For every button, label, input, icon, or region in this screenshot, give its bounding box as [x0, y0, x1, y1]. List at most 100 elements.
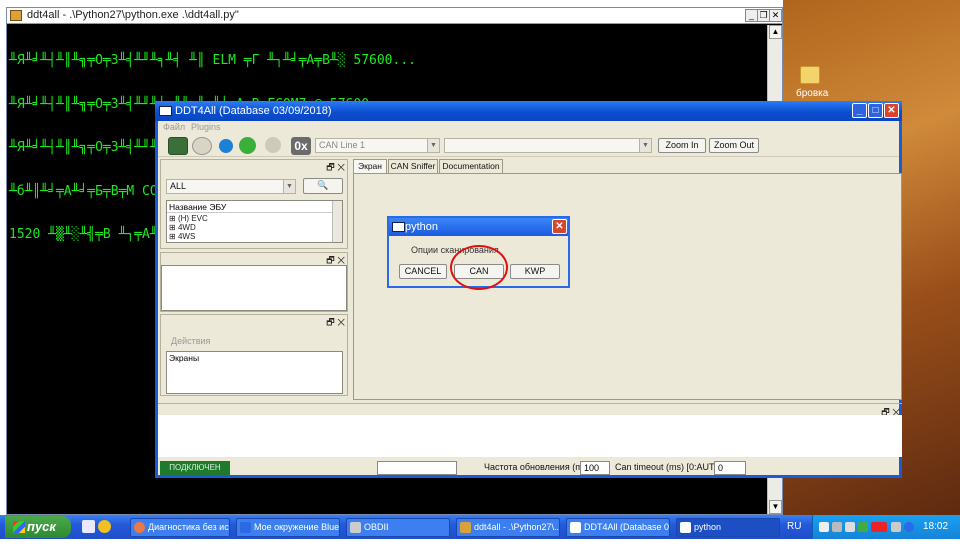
- secondary-select[interactable]: ▼: [444, 138, 652, 153]
- dialog-title: python: [405, 221, 439, 233]
- desktop-icon-label[interactable]: бровка: [796, 88, 828, 99]
- refresh-rate-spinner[interactable]: 100: [580, 461, 610, 475]
- taskbar-item[interactable]: ddt4all - .\Python27\...: [456, 518, 560, 537]
- panel-float-close-icon[interactable]: 🗗 ✕: [326, 160, 345, 176]
- close-icon[interactable]: ✕: [769, 9, 782, 22]
- menubar: Файл Plugins: [158, 121, 899, 135]
- tray-app-icon[interactable]: [832, 522, 842, 532]
- bluetooth-icon[interactable]: [904, 522, 914, 532]
- taskbar-item[interactable]: DDT4All (Database 0...: [566, 518, 670, 537]
- taskbar: пуск Диагностика без ис... Мое окружение…: [0, 515, 960, 539]
- window-icon: [680, 522, 691, 533]
- taskbar-item-label: ddt4all - .\Python27\...: [474, 522, 560, 532]
- settings-icon[interactable]: [192, 137, 212, 155]
- clock: 18:02: [923, 521, 949, 532]
- screens-column-header[interactable]: Экраны: [167, 352, 342, 364]
- taskbar-item[interactable]: OBDII: [346, 518, 450, 537]
- screen: бровка ddt4all - .\Python27\python.exe .…: [0, 0, 960, 547]
- refresh-rate-label: Частота обновления (ms):: [484, 462, 593, 472]
- taskbar-item-label: python: [694, 522, 722, 532]
- screens-panel: 🗗 ✕ Действия Экраны: [160, 314, 348, 396]
- search-icon: 🔍: [317, 180, 329, 190]
- start-label: пуск: [27, 519, 56, 534]
- connect-icon[interactable]: [239, 137, 256, 154]
- scroll-down-icon[interactable]: ▼: [769, 500, 782, 514]
- can-line-select[interactable]: CAN Line 1 ▼: [315, 138, 440, 153]
- console-titlebar[interactable]: ddt4all - .\Python27\python.exe .\ddt4al…: [7, 8, 782, 24]
- kwp-button[interactable]: KWP: [510, 264, 560, 279]
- start-button[interactable]: пуск: [5, 516, 71, 538]
- tab-can-sniffer[interactable]: CAN Sniffer: [388, 159, 438, 173]
- window-icon: [570, 522, 581, 533]
- status-field: [377, 461, 457, 475]
- ecu-column-header[interactable]: Название ЭБУ: [167, 201, 332, 213]
- menu-plugins[interactable]: Plugins: [191, 122, 221, 132]
- main-title: DDT4All (Database 03/09/2018): [175, 105, 332, 117]
- ecu-tree-scrollbar[interactable]: [332, 201, 342, 242]
- antivirus-icon[interactable]: [871, 522, 887, 532]
- volume-icon[interactable]: [891, 522, 901, 532]
- network-icon[interactable]: [819, 522, 829, 532]
- taskbar-item[interactable]: Мое окружение Blue...: [236, 518, 340, 537]
- close-icon[interactable]: ✕: [884, 103, 899, 118]
- actions-label: Действия: [171, 336, 211, 346]
- console-app-icon[interactable]: [10, 10, 22, 21]
- main-titlebar[interactable]: DDT4All (Database 03/09/2018) _ □ ✕: [155, 101, 902, 121]
- chevron-down-icon[interactable]: ▼: [639, 139, 651, 152]
- menu-file[interactable]: Файл: [163, 122, 185, 132]
- ecu-tree-item[interactable]: ⊞ 4WS: [169, 232, 208, 241]
- ecu-tree-item[interactable]: ⊞ (H) EVC: [169, 214, 208, 223]
- show-desktop-icon[interactable]: [82, 520, 95, 533]
- tab-documentation[interactable]: Documentation: [439, 159, 503, 173]
- refresh-icon[interactable]: [219, 139, 233, 153]
- ecu-filter-value: ALL: [170, 181, 187, 191]
- tab-screen[interactable]: Экран: [353, 159, 387, 173]
- hex-button[interactable]: 0x: [291, 137, 311, 155]
- taskbar-item-label: OBDII: [364, 522, 389, 532]
- ddt4all-window: DDT4All (Database 03/09/2018) _ □ ✕ Файл…: [155, 101, 902, 478]
- tray-app-icon[interactable]: [858, 522, 868, 532]
- chevron-down-icon[interactable]: ▼: [427, 139, 439, 152]
- language-indicator[interactable]: RU: [787, 521, 801, 532]
- minimize-icon[interactable]: _: [852, 103, 867, 118]
- ecu-tree-item[interactable]: ⊞ 4WD: [169, 223, 208, 232]
- search-button[interactable]: 🔍: [303, 178, 343, 194]
- dialog-titlebar[interactable]: python ✕: [389, 218, 568, 236]
- ecu-filter-select[interactable]: ALL ▼: [166, 179, 296, 194]
- cancel-button[interactable]: CANCEL: [399, 264, 447, 279]
- log-output[interactable]: [158, 415, 902, 457]
- window-icon: [392, 222, 405, 232]
- ecu-tree-item-label: (H) EVC: [177, 214, 208, 223]
- can-timeout-spinner[interactable]: 0: [714, 461, 746, 475]
- tray-app-icon[interactable]: [845, 522, 855, 532]
- panel-float-close-icon[interactable]: 🗗 ✕: [326, 315, 345, 331]
- status-bar: ПОДКЛЮЧЕН Частота обновления (ms): 100 C…: [158, 459, 902, 476]
- highlight-circle: [450, 245, 508, 290]
- middle-panel-list[interactable]: [161, 265, 347, 311]
- connection-status-badge: ПОДКЛЮЧЕН: [160, 461, 230, 475]
- console-title: ddt4all - .\Python27\python.exe .\ddt4al…: [27, 9, 239, 21]
- system-tray: 18:02: [812, 515, 960, 539]
- taskbar-item-label: DDT4All (Database 0...: [584, 522, 670, 532]
- zoom-in-button[interactable]: Zoom In: [658, 138, 706, 153]
- scan-icon[interactable]: [168, 137, 188, 155]
- window-icon: [159, 106, 172, 116]
- windows-logo-icon: [13, 521, 25, 533]
- zoom-out-button[interactable]: Zoom Out: [709, 138, 759, 153]
- taskbar-item-label: Диагностика без ис...: [148, 522, 230, 532]
- folder-icon[interactable]: [800, 66, 820, 84]
- console-app-icon: [460, 522, 471, 533]
- close-icon[interactable]: ✕: [552, 219, 567, 234]
- can-line-value: CAN Line 1: [319, 140, 366, 150]
- taskbar-item[interactable]: python: [676, 518, 780, 537]
- browser-icon[interactable]: [98, 520, 111, 533]
- refresh-rate-value: 100: [584, 463, 600, 473]
- maximize-icon[interactable]: □: [868, 103, 883, 118]
- ecu-tree[interactable]: Название ЭБУ ⊞ (H) EVC ⊞ 4WD ⊞ 4WS: [166, 200, 343, 243]
- screens-list[interactable]: Экраны: [166, 351, 343, 394]
- heart-icon[interactable]: [265, 137, 281, 153]
- obd-icon: [350, 522, 361, 533]
- scroll-up-icon[interactable]: ▲: [769, 25, 782, 39]
- chevron-down-icon[interactable]: ▼: [283, 180, 295, 193]
- taskbar-item[interactable]: Диагностика без ис...: [130, 518, 230, 537]
